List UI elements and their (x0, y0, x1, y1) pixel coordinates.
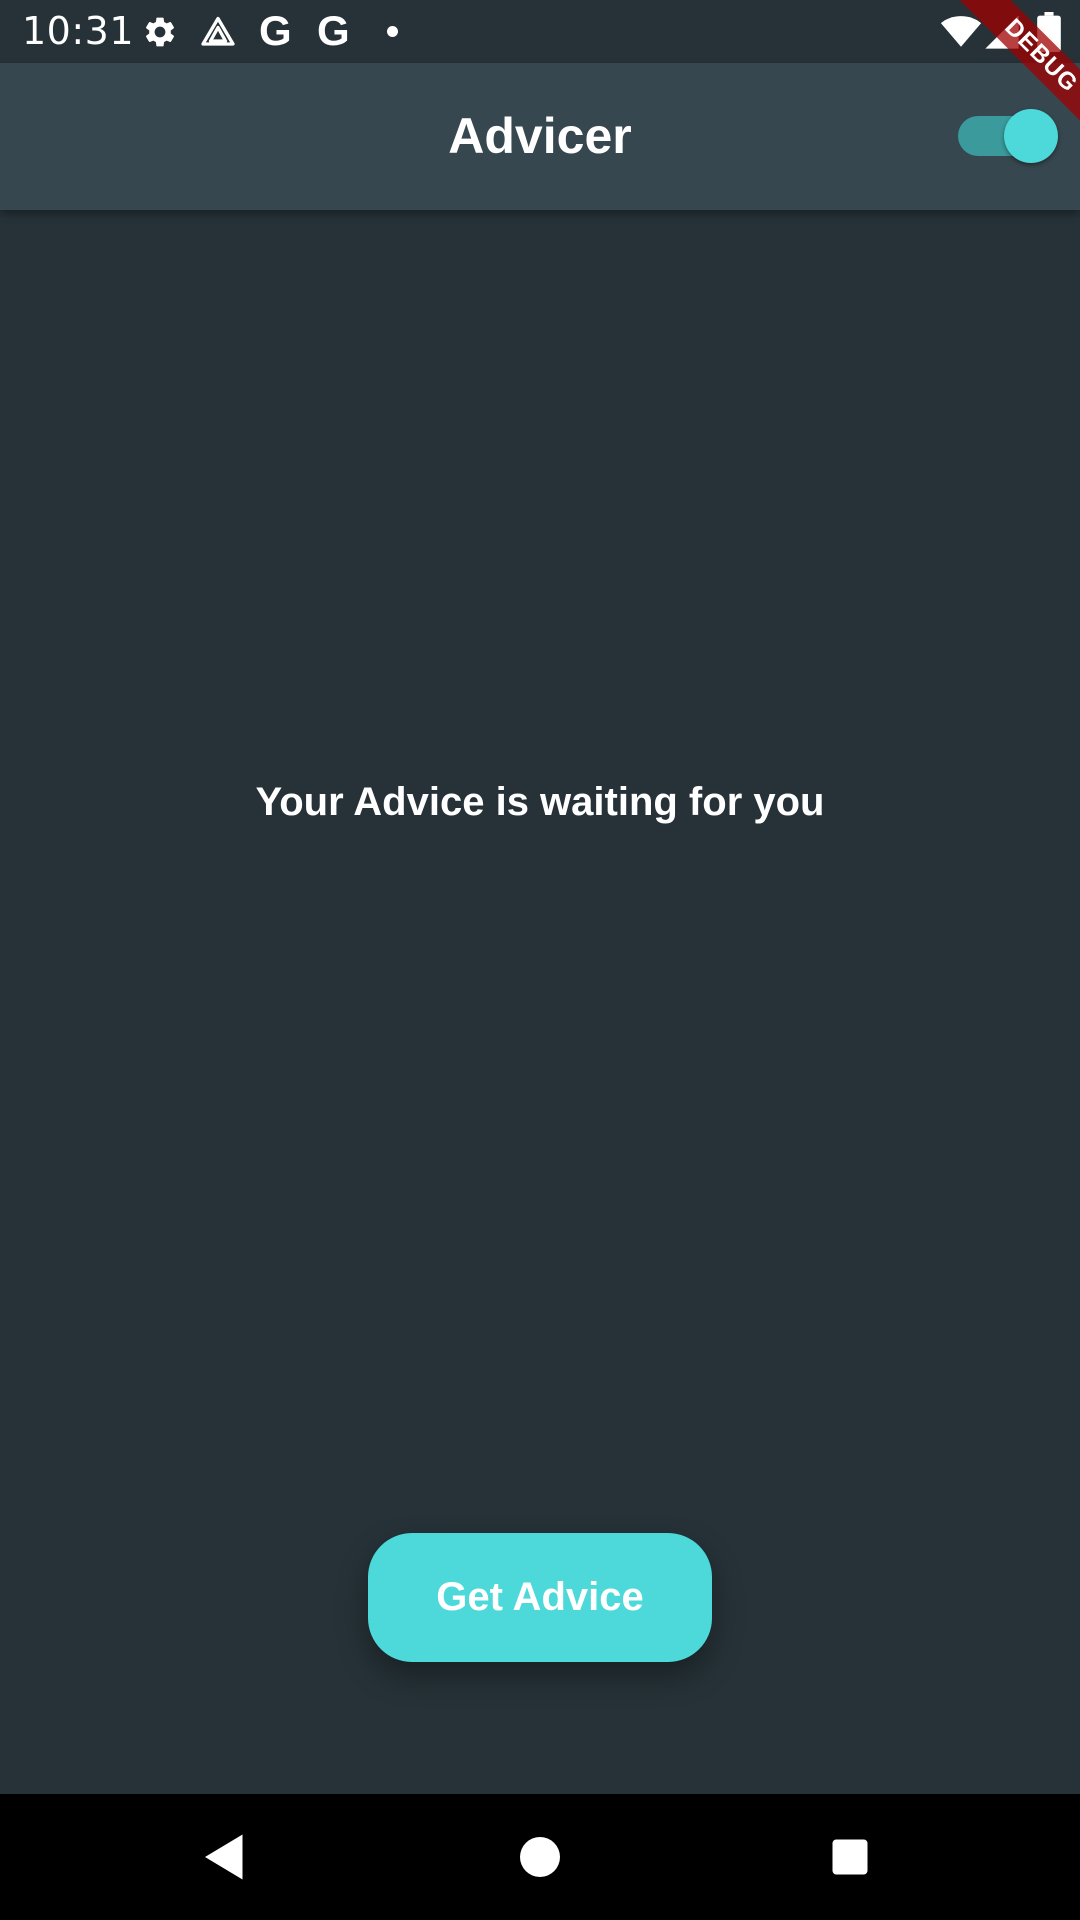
get-advice-button[interactable]: Get Advice (368, 1533, 712, 1662)
advice-message: Your Advice is waiting for you (255, 780, 825, 824)
toggle-thumb (1004, 109, 1058, 163)
wifi-icon (940, 10, 982, 52)
notification-dot-icon (387, 26, 398, 37)
back-icon[interactable] (195, 1827, 255, 1887)
drive-icon (200, 14, 236, 50)
main-content: Your Advice is waiting for you Get Advic… (0, 210, 1080, 1794)
google-icon: G (317, 7, 350, 54)
signal-icon (982, 12, 1022, 52)
home-icon[interactable] (510, 1827, 570, 1887)
google-icon: G (259, 7, 292, 54)
battery-icon (1036, 12, 1062, 52)
status-time: 10:31 (22, 9, 135, 53)
app-bar: Advicer (0, 63, 1080, 210)
status-bar: 10:31 G G (0, 0, 1080, 63)
page-title: Advicer (448, 108, 632, 164)
recents-icon[interactable] (820, 1827, 880, 1887)
gear-icon (142, 14, 178, 50)
theme-toggle[interactable] (958, 109, 1058, 163)
navigation-bar (0, 1794, 1080, 1920)
